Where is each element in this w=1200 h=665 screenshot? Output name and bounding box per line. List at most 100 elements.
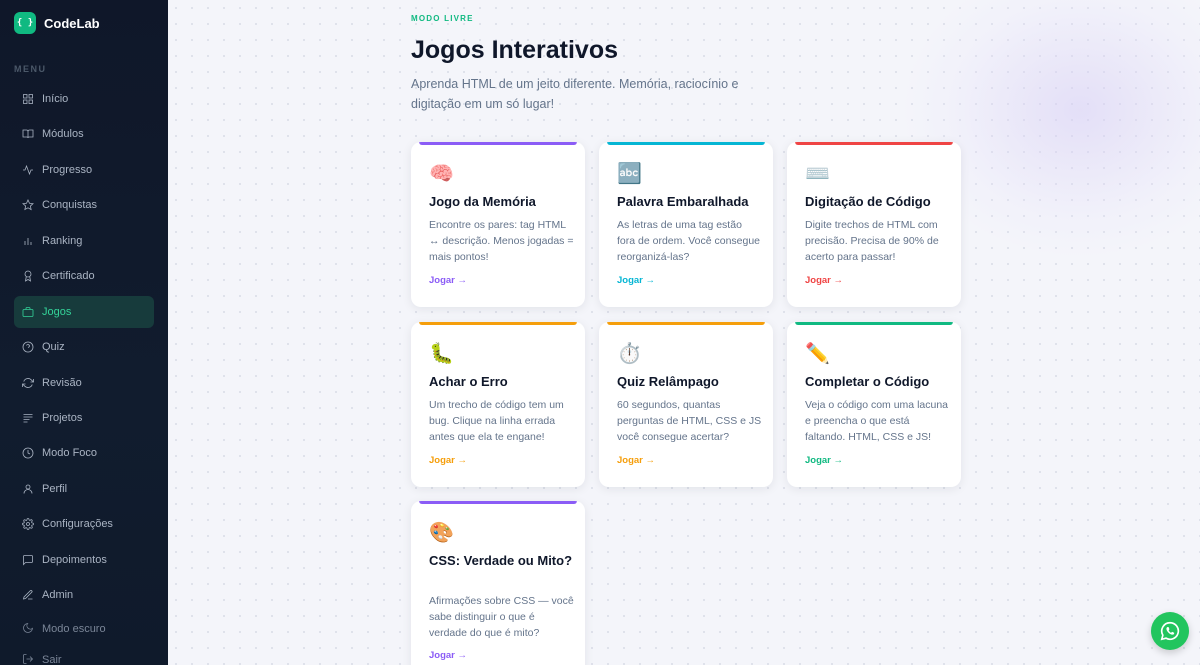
sidebar-item-label: Progresso <box>42 163 93 176</box>
dark-mode-label: Modo escuro <box>42 623 106 635</box>
book-icon <box>22 128 34 140</box>
game-emoji-icon: ⏱️ <box>617 341 642 365</box>
game-title: Achar o Erro <box>429 374 508 389</box>
grid-icon <box>22 93 34 105</box>
sidebar-item-depoimentos[interactable]: Depoimentos <box>14 544 154 576</box>
sidebar-item-modo-foco[interactable]: Modo Foco <box>14 437 154 469</box>
user-icon <box>22 483 34 495</box>
game-description: Veja o código com uma lacuna e preencha … <box>805 399 949 443</box>
play-button[interactable]: Jogar → <box>429 455 467 466</box>
play-button[interactable]: Jogar → <box>429 275 467 286</box>
brand[interactable]: { } CodeLab <box>14 12 100 34</box>
sidebar-item-label: Admin <box>42 589 74 602</box>
sidebar-item-label: Ranking <box>42 234 83 247</box>
game-title: CSS: Verdade ou Mito? <box>429 553 573 568</box>
sidebar-item-perfil[interactable]: Perfil <box>14 473 154 505</box>
brand-name: CodeLab <box>44 15 100 31</box>
card-accent-bar <box>419 501 577 504</box>
whatsapp-button[interactable] <box>1151 612 1189 650</box>
game-title: Digitação de Código <box>805 194 931 209</box>
game-emoji-icon: ⌨️ <box>805 161 830 185</box>
game-emoji-icon: 🐛 <box>429 341 454 365</box>
game-card[interactable]: 🧠 Jogo da Memória Encontre os pares: tag H… <box>411 142 585 307</box>
main-content: MODO LIVRE Jogos Interativos Aprenda HTM… <box>168 0 1200 665</box>
game-description: Um trecho de código tem um bug. Clique n… <box>429 399 564 443</box>
star-icon <box>22 199 34 211</box>
sidebar-item-revisao[interactable]: Revisão <box>14 367 154 399</box>
play-button[interactable]: Jogar → <box>617 275 655 286</box>
edit-icon <box>22 589 34 601</box>
sidebar-item-projetos[interactable]: Projetos <box>14 402 154 434</box>
game-card[interactable]: ⌨️ Digitação de Código Digite trechos de H… <box>787 142 961 307</box>
refresh-icon <box>22 377 34 389</box>
sidebar-item-label: Início <box>42 93 69 105</box>
game-title: Completar o Código <box>805 374 930 389</box>
game-card[interactable]: 🐛 Achar o Erro Um trecho de código tem um … <box>411 322 585 487</box>
sidebar-item-label: Projetos <box>42 411 83 424</box>
logout-label: Sair <box>42 654 62 665</box>
game-description: Digite trechos de HTML com precisão. Pre… <box>805 219 939 263</box>
play-button[interactable]: Jogar → <box>429 650 467 661</box>
game-description: As letras de uma tag estão fora de ordem… <box>617 219 761 263</box>
sidebar-item-label: Modo Foco <box>42 447 98 460</box>
sidebar-item-label: Conquistas <box>42 199 98 212</box>
game-card[interactable]: 🎨 CSS: Verdade ou Mito? Afirmações sobre C… <box>411 501 585 665</box>
sidebar-item-ranking[interactable]: Ranking <box>14 225 154 257</box>
sidebar-item-jogos[interactable]: Jogos <box>14 295 154 328</box>
section-eyebrow: MODO LIVRE <box>411 14 474 23</box>
game-card[interactable]: 🔤 Palavra Embaralhada As letras de uma tag… <box>599 142 773 307</box>
sidebar-item-configuracoes[interactable]: Configurações <box>14 508 154 540</box>
game-description: 60 segundos, quantas perguntas de HTML, … <box>617 399 762 443</box>
sidebar-item-quiz[interactable]: Quiz <box>14 331 154 363</box>
sidebar: { } CodeLab MENU Início Módulos Progresso C… <box>0 0 168 665</box>
moon-icon <box>22 622 34 637</box>
award-icon <box>22 270 34 282</box>
bar-chart-icon <box>22 235 34 247</box>
sidebar-item-label: Quiz <box>42 341 65 354</box>
activity-icon <box>22 164 34 176</box>
card-accent-bar <box>419 322 577 325</box>
clock-icon <box>22 447 34 459</box>
sidebar-item-label: Configurações <box>42 518 113 531</box>
sidebar-item-label: Perfil <box>42 482 68 495</box>
sidebar-item-progresso[interactable]: Progresso <box>14 154 154 186</box>
logout-icon <box>22 653 34 665</box>
sidebar-item-modulos[interactable]: Módulos <box>14 118 154 150</box>
sidebar-item-label: Módulos <box>42 128 84 141</box>
play-button[interactable]: Jogar → <box>617 455 655 466</box>
sidebar-item-certificado[interactable]: Certificado <box>14 260 154 292</box>
game-emoji-icon: 🔤 <box>617 161 642 185</box>
game-card[interactable]: ⏱️ Quiz Relâmpago 60 segundos, quantas per… <box>599 322 773 487</box>
brand-logo-icon: { } <box>14 12 36 34</box>
message-icon <box>22 554 34 566</box>
card-accent-bar <box>607 142 765 145</box>
game-description: Encontre os pares: tag HTML ↔ descrição.… <box>429 219 574 263</box>
game-description: Afirmações sobre CSS — você sabe disting… <box>429 595 574 639</box>
sidebar-item-admin[interactable]: Admin <box>14 579 154 611</box>
play-button[interactable]: Jogar → <box>805 275 843 286</box>
play-button[interactable]: Jogar → <box>805 455 843 466</box>
dark-mode-toggle[interactable]: Modo escuro <box>14 619 154 639</box>
page-subtitle: Aprenda HTML de um jeito diferente. Memó… <box>411 77 739 111</box>
menu-heading: MENU <box>14 64 47 74</box>
game-card[interactable]: ✏️ Completar o Código Veja o código com um… <box>787 322 961 487</box>
sidebar-item-inicio[interactable]: Início <box>14 83 154 115</box>
sidebar-item-label: Jogos <box>42 305 72 318</box>
sidebar-item-conquistas[interactable]: Conquistas <box>14 189 154 221</box>
game-emoji-icon: 🧠 <box>429 161 454 185</box>
card-accent-bar <box>795 142 953 145</box>
sidebar-item-label: Revisão <box>42 376 82 389</box>
page-title: Jogos Interativos <box>411 36 618 64</box>
sidebar-item-label: Certificado <box>42 270 95 283</box>
layers-icon <box>22 412 34 424</box>
card-accent-bar <box>795 322 953 325</box>
card-accent-bar <box>419 142 577 145</box>
sidebar-item-label: Depoimentos <box>42 553 107 566</box>
help-circle-icon <box>22 341 34 353</box>
game-title: Jogo da Memória <box>429 194 536 209</box>
game-emoji-icon: ✏️ <box>805 341 830 365</box>
logout-button[interactable]: Sair <box>14 650 154 665</box>
game-emoji-icon: 🎨 <box>429 520 454 544</box>
game-title: Palavra Embaralhada <box>617 194 749 209</box>
settings-icon <box>22 518 34 531</box>
